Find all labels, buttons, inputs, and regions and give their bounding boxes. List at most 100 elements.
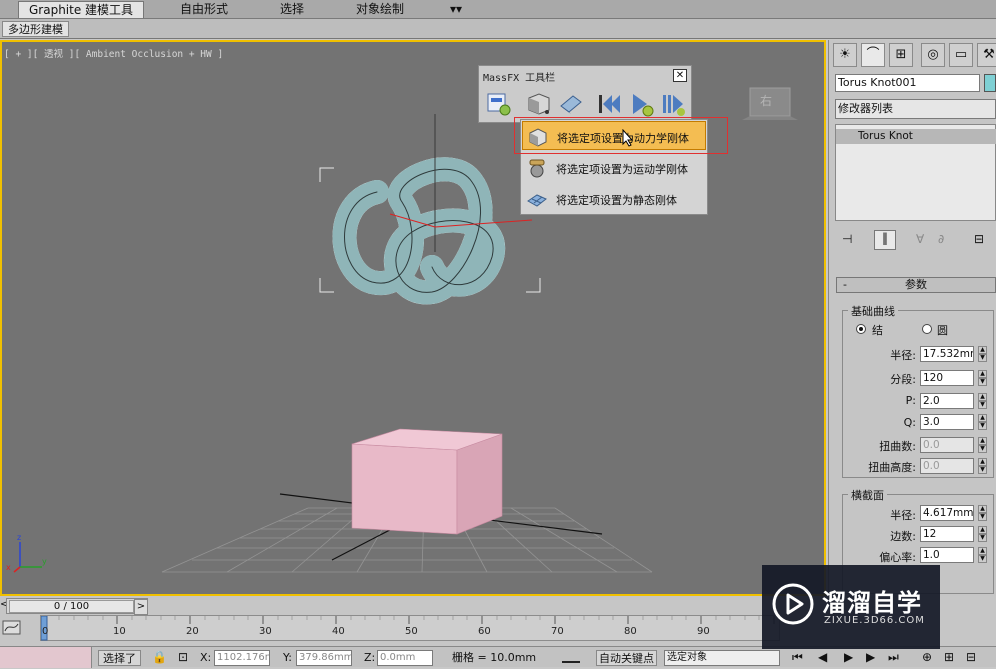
curve-icon[interactable]: ⌒ bbox=[861, 43, 885, 67]
previous-frame-icon[interactable]: ◀ bbox=[818, 650, 827, 666]
q-label: Q: bbox=[903, 416, 916, 429]
timeline-track[interactable]: 0 10 20 30 40 50 60 70 80 90 bbox=[40, 615, 780, 641]
reset-simulation-button[interactable] bbox=[595, 90, 623, 118]
z-coord-field[interactable]: 0.0mm bbox=[377, 650, 433, 666]
orbit-icon[interactable]: ⊟ bbox=[966, 650, 976, 666]
segments-label: 分段: bbox=[890, 373, 916, 386]
watermark-logo-icon bbox=[772, 583, 814, 625]
p-field[interactable]: 2.0 bbox=[920, 393, 974, 409]
mouse-cursor-icon bbox=[622, 129, 634, 147]
hierarchy-icon[interactable]: ⊞ bbox=[889, 43, 913, 67]
step-simulation-button[interactable] bbox=[659, 90, 687, 118]
auto-key-button[interactable]: 自动关键点 bbox=[596, 650, 657, 666]
next-frame-icon[interactable]: ▶ bbox=[866, 650, 875, 666]
segments-spinner[interactable]: ▲ ▼ bbox=[978, 370, 987, 386]
absolute-mode-icon[interactable]: ⊡ bbox=[178, 650, 188, 666]
y-coord-field[interactable]: 379.86mm bbox=[296, 650, 352, 666]
sides-field[interactable]: 12 bbox=[920, 526, 974, 542]
maxscript-listener[interactable] bbox=[0, 647, 92, 668]
start-simulation-button[interactable] bbox=[627, 90, 655, 118]
close-icon[interactable]: ✕ bbox=[673, 69, 687, 82]
cs-radius-field[interactable]: 4.617mm bbox=[920, 505, 974, 521]
watermark-url: ZIXUE.3D66.COM bbox=[824, 615, 925, 626]
sides-spinner[interactable]: ▲ ▼ bbox=[978, 526, 987, 542]
timeline-tick-label: 60 bbox=[478, 626, 491, 637]
x-coord-field[interactable]: 1102.176m bbox=[214, 650, 270, 666]
parameters-rollout-header[interactable]: - 参数 bbox=[836, 277, 996, 293]
warp-height-spinner[interactable]: ▲ ▼ bbox=[978, 458, 987, 474]
cloth-button[interactable] bbox=[557, 90, 585, 118]
lock-icon[interactable]: 🔒 bbox=[152, 650, 167, 666]
menu-item-static-rigid-body[interactable]: 将选定项设置为静态刚体 bbox=[522, 184, 706, 213]
play-icon[interactable]: ▶ bbox=[844, 650, 853, 666]
time-next-button[interactable]: > bbox=[134, 599, 148, 615]
tab-object-paint[interactable]: 对象绘制 bbox=[346, 1, 414, 18]
torus-knot-object bbox=[332, 157, 506, 305]
modifier-list-dropdown[interactable]: 修改器列表 bbox=[835, 99, 996, 119]
rigid-body-button[interactable] bbox=[525, 90, 553, 118]
warp-count-spinner[interactable]: ▲ ▼ bbox=[978, 437, 987, 453]
knot-radio[interactable] bbox=[856, 324, 866, 334]
eraser-icon bbox=[560, 95, 582, 114]
x-coord-label: X: bbox=[200, 651, 212, 664]
sun-icon[interactable]: ☀ bbox=[833, 43, 857, 67]
world-parameters-button[interactable] bbox=[485, 90, 513, 118]
q-spinner[interactable]: ▲ ▼ bbox=[978, 414, 987, 430]
timeline-tick-label: 50 bbox=[405, 626, 418, 637]
time-slider-knob[interactable]: 0 / 100 bbox=[9, 600, 134, 613]
grid-size-text: 栅格 = 10.0mm bbox=[452, 651, 537, 664]
remove-modifier-icon[interactable]: ∂ bbox=[938, 232, 944, 246]
warp-count-field[interactable]: 0.0 bbox=[920, 437, 974, 453]
radius-spinner[interactable]: ▲ ▼ bbox=[978, 346, 987, 362]
monitor-icon[interactable]: ▭ bbox=[949, 43, 973, 67]
cs-radius-spinner[interactable]: ▲ ▼ bbox=[978, 505, 987, 521]
pin-stack-icon[interactable]: ⊣ bbox=[842, 232, 852, 246]
warp-height-field[interactable]: 0.0 bbox=[920, 458, 974, 474]
p-label: P: bbox=[905, 394, 916, 407]
zoom-icon[interactable]: ⊕ bbox=[922, 650, 932, 666]
tab-selection[interactable]: 选择 bbox=[270, 1, 314, 18]
timeline-tick-label: 20 bbox=[186, 626, 199, 637]
tab-freeform[interactable]: 自由形式 bbox=[170, 1, 238, 18]
go-to-start-icon[interactable]: ⏮ bbox=[792, 650, 803, 666]
radius-label: 半径: bbox=[890, 349, 916, 362]
warp-count-label: 扭曲数: bbox=[879, 440, 916, 453]
radius-field[interactable]: 17.532mm bbox=[920, 346, 974, 362]
warp-height-label: 扭曲高度: bbox=[868, 461, 916, 474]
world-settings-icon bbox=[487, 93, 511, 116]
object-color-swatch[interactable] bbox=[984, 74, 996, 92]
configure-sets-icon[interactable]: ⊟ bbox=[974, 232, 984, 246]
circle-icon[interactable]: ◎ bbox=[921, 43, 945, 67]
zoom-all-icon[interactable]: ⊞ bbox=[944, 650, 954, 666]
tab-polygon-modeling[interactable]: 多边形建模 bbox=[2, 21, 69, 37]
reset-icon bbox=[599, 95, 620, 113]
stack-toolbar: ⊣ ‖ ∀ ∂ ⊟ bbox=[838, 230, 996, 252]
timeline-tick-label: 80 bbox=[624, 626, 637, 637]
p-spinner[interactable]: ▲ ▼ bbox=[978, 393, 987, 409]
object-name-field[interactable]: Torus Knot001 bbox=[835, 74, 980, 92]
q-field[interactable]: 3.0 bbox=[920, 414, 974, 430]
set-key-icon[interactable] bbox=[556, 650, 586, 666]
watermark: 溜溜自学 ZIXUE.3D66.COM bbox=[762, 565, 940, 649]
static-rigid-body-icon bbox=[527, 194, 547, 207]
y-coord-label: Y: bbox=[283, 651, 292, 664]
hammer-icon[interactable]: ⚒ bbox=[977, 43, 996, 67]
key-filter-dropdown[interactable]: 选定对象 bbox=[664, 650, 780, 666]
tab-graphite-modeling[interactable]: Graphite 建模工具 bbox=[18, 1, 145, 18]
curve-editor-icon[interactable] bbox=[2, 618, 22, 638]
eccentricity-field[interactable]: 1.0 bbox=[920, 547, 974, 563]
timeline-tick-label: 30 bbox=[259, 626, 272, 637]
status-bar: 选择了 🔒 ⊡ X: 1102.176m Y: 379.86mm Z: 0.0m… bbox=[0, 646, 996, 668]
menu-item-kinematic-rigid-body[interactable]: 将选定项设置为运动学刚体 bbox=[522, 153, 706, 182]
eccentricity-spinner[interactable]: ▲ ▼ bbox=[978, 547, 987, 563]
segments-field[interactable]: 120 bbox=[920, 370, 974, 386]
time-slider[interactable]: 0 / 100 bbox=[6, 598, 148, 614]
modifier-stack-item[interactable]: Torus Knot bbox=[836, 129, 996, 144]
circle-radio[interactable] bbox=[922, 324, 932, 334]
show-end-result-icon[interactable]: ‖ bbox=[874, 230, 896, 250]
modifier-stack: Torus Knot bbox=[835, 124, 996, 221]
go-to-end-icon[interactable]: ⏭ bbox=[888, 650, 899, 666]
ribbon-dropdown-button[interactable]: ▾▾ bbox=[446, 1, 466, 18]
rigid-body-icon bbox=[528, 93, 550, 115]
make-unique-icon[interactable]: ∀ bbox=[916, 232, 924, 246]
